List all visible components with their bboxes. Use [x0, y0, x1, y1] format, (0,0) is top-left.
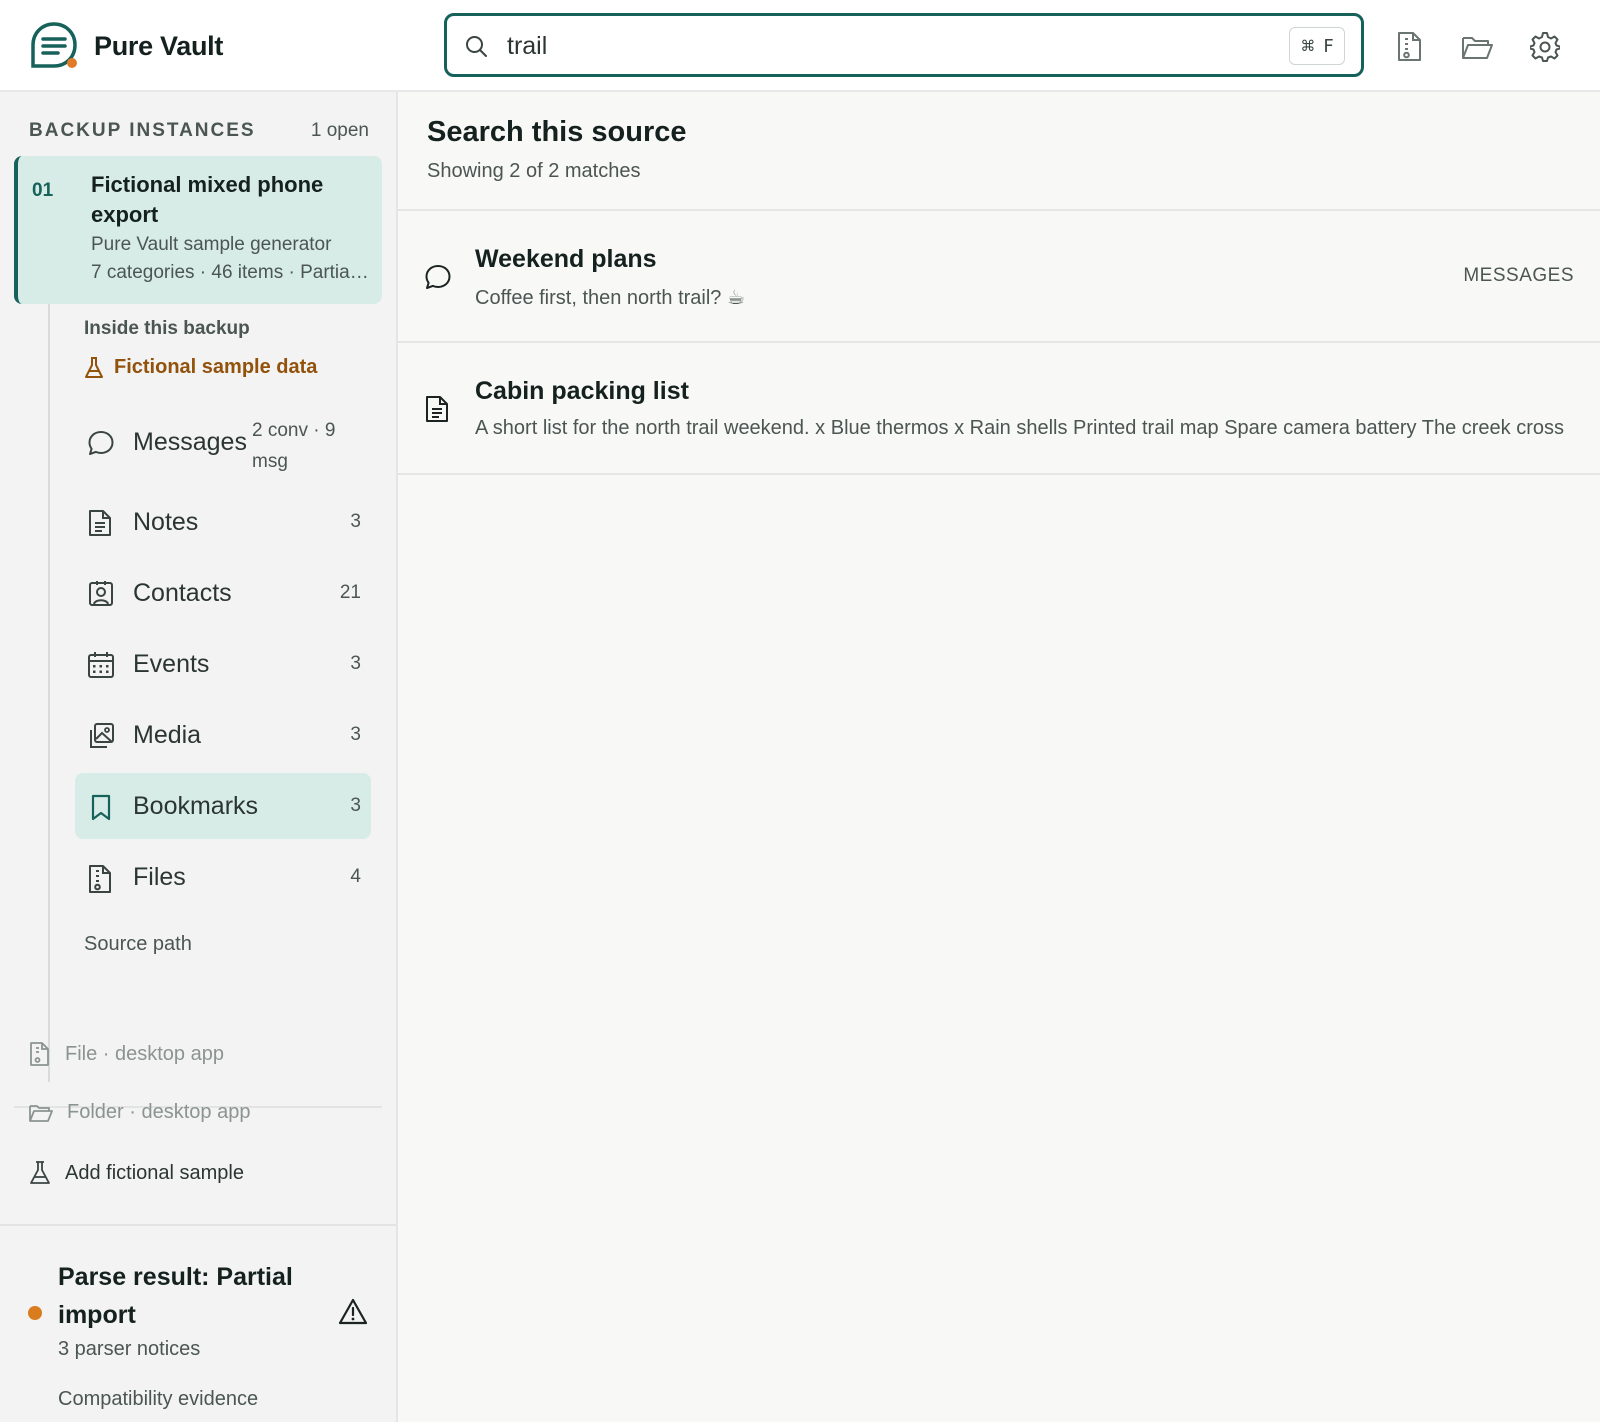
bookmark-icon	[87, 793, 113, 821]
contact-icon	[87, 580, 113, 606]
sidebar-item-count: 3	[350, 724, 361, 745]
parser-notices: 3 parser notices	[58, 1338, 201, 1360]
tree-line	[48, 304, 50, 1082]
sidebar-item-count: 4	[350, 866, 361, 887]
sidebar: BACKUP INSTANCES 1 open 01 Fictional mix…	[0, 92, 398, 1422]
search-shortcut-hint: ⌘ F	[1289, 27, 1345, 65]
result-title: Weekend plans	[475, 245, 657, 273]
sidebar-item-label: Contacts	[133, 578, 232, 607]
sidebar-item-count: 3	[350, 795, 361, 816]
result-title: Cabin packing list	[475, 377, 689, 405]
sidebar-item-label: Notes	[133, 507, 199, 536]
gear-icon	[1530, 32, 1560, 62]
sidebar-item-label: Media	[133, 720, 202, 749]
flask-icon	[84, 356, 104, 379]
calendar-icon	[87, 651, 114, 678]
section-title: BACKUP INSTANCES	[29, 120, 256, 141]
search-result-item[interactable]: Weekend plans Coffee first, then north t…	[398, 211, 1600, 341]
sidebar-item-count: 3	[350, 653, 361, 674]
note-icon	[424, 395, 452, 423]
file-icon	[1395, 31, 1423, 63]
sidebar-item-count: 21	[339, 582, 361, 603]
sidebar-item-bookmarks[interactable]: Bookmarks 3	[75, 773, 371, 839]
file-icon	[87, 864, 113, 893]
add-fictional-sample-button[interactable]: Add fictional sample	[29, 1161, 244, 1185]
inside-backup-label: Inside this backup	[84, 318, 250, 339]
open-count: 1 open	[310, 120, 369, 141]
sidebar-item-notes[interactable]: Notes 3	[75, 489, 371, 555]
media-icon	[87, 722, 114, 748]
warning-icon	[338, 1298, 368, 1328]
sidebar-item-count: 3	[350, 511, 361, 532]
open-file-button[interactable]	[1386, 24, 1432, 70]
search-result-item[interactable]: Cabin packing list A short list for the …	[398, 343, 1600, 473]
sidebar-item-files[interactable]: Files 4	[75, 844, 371, 910]
instance-number: 01	[32, 180, 54, 201]
sidebar-item-media[interactable]: Media 3	[75, 702, 371, 768]
command-key: ⌘	[1300, 37, 1316, 55]
instance-meta: 7 categories · 46 items · Partial import	[91, 262, 371, 283]
result-category: MESSAGES	[1463, 265, 1574, 286]
sample-data-badge: Fictional sample data	[84, 356, 317, 379]
action-label: Folder · desktop app	[67, 1101, 251, 1123]
parse-result-panel: Parse result: Partial import 3 parser no…	[0, 1224, 396, 1422]
open-folder-button[interactable]	[1454, 24, 1500, 70]
app-name: Pure Vault	[94, 30, 224, 61]
match-count: Showing 2 of 2 matches	[427, 160, 641, 182]
sample-data-label: Fictional sample data	[114, 356, 318, 378]
page-title: Search this source	[427, 116, 687, 148]
open-file-desktop-button[interactable]: File · desktop app	[29, 1041, 224, 1067]
flask-icon	[29, 1161, 51, 1185]
app-header: Pure Vault ⌘ F	[0, 0, 1600, 92]
folder-icon	[29, 1103, 53, 1123]
sidebar-item-label: Bookmarks	[133, 791, 259, 820]
sidebar-item-label: Events	[133, 649, 210, 678]
top-actions	[1386, 24, 1568, 70]
message-icon	[424, 263, 452, 291]
source-path-link[interactable]: Source path	[84, 933, 192, 956]
shortcut-key: F	[1323, 35, 1334, 57]
file-icon	[29, 1041, 51, 1067]
sidebar-item-events[interactable]: Events 3	[75, 631, 371, 697]
sidebar-item-count: 2 conv · 9 msg	[252, 420, 336, 472]
result-snippet: A short list for the north trail weekend…	[475, 417, 1564, 439]
divider	[398, 473, 1600, 475]
folder-icon	[1461, 34, 1493, 60]
status-dot	[28, 1306, 42, 1320]
search-box[interactable]: ⌘ F	[444, 13, 1364, 77]
action-label: Add fictional sample	[65, 1161, 244, 1184]
main-panel: Search this source Showing 2 of 2 matche…	[398, 92, 1600, 1422]
instance-title: Fictional mixed phone export	[91, 172, 324, 227]
settings-button[interactable]	[1522, 24, 1568, 70]
sidebar-item-label: Files	[133, 862, 186, 891]
open-folder-desktop-button[interactable]: Folder · desktop app	[29, 1101, 250, 1124]
sidebar-item-label: Messages	[133, 427, 247, 456]
brand[interactable]: Pure Vault	[28, 18, 223, 74]
search-icon	[465, 35, 487, 57]
action-label: File · desktop app	[65, 1042, 224, 1065]
backup-instance-card[interactable]: 01 Fictional mixed phone export Pure Vau…	[14, 156, 382, 304]
note-icon	[87, 509, 113, 536]
compatibility-evidence-link[interactable]: Compatibility evidence	[58, 1388, 258, 1411]
instance-subtitle: Pure Vault sample generator	[91, 234, 332, 255]
result-snippet: Coffee first, then north trail? ☕	[475, 287, 745, 309]
sidebar-item-messages[interactable]: Messages 2 conv · 9 msg	[75, 409, 371, 475]
sidebar-item-contacts[interactable]: Contacts 21	[75, 560, 371, 626]
vault-logo-icon	[28, 20, 80, 72]
message-icon	[87, 429, 114, 455]
search-input[interactable]	[507, 24, 1207, 68]
parse-result-title: Parse result: Partial import	[58, 1263, 293, 1329]
backup-instances-header: BACKUP INSTANCES 1 open	[29, 120, 369, 142]
